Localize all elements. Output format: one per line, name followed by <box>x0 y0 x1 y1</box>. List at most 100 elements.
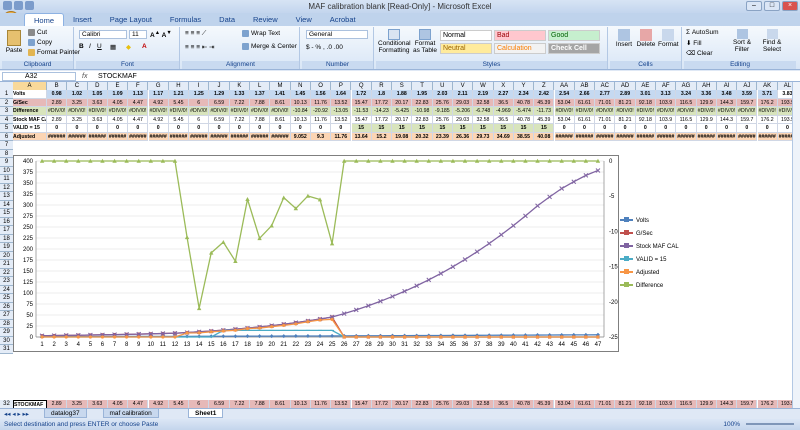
cell-C2[interactable]: 3.25 <box>67 98 88 107</box>
cell-Z5[interactable]: 15 <box>534 124 555 133</box>
cell-AF3[interactable]: #DIV/0! <box>656 107 677 116</box>
cell-B5[interactable]: 0 <box>47 124 68 133</box>
cell-AC5[interactable]: 0 <box>595 124 616 133</box>
row-header-8[interactable]: 8 <box>0 149 13 158</box>
column-header-B[interactable]: B <box>47 82 68 90</box>
row-header-20[interactable]: 20 <box>0 251 13 260</box>
cell-E1[interactable]: 1.09 <box>107 90 129 99</box>
cell-Y3[interactable]: -5.474 <box>513 107 535 116</box>
minimize-button[interactable]: – <box>746 1 762 11</box>
cell-AB32[interactable]: 61.61 <box>574 400 596 408</box>
cell-P6[interactable]: 11.76 <box>331 132 352 141</box>
cell-H4[interactable]: 5.45 <box>168 115 190 124</box>
cell-D4[interactable]: 3.63 <box>87 115 108 124</box>
font-color-icon[interactable]: A <box>142 43 147 50</box>
cell-F32[interactable]: 4.47 <box>128 400 149 408</box>
cell-M6[interactable]: ###### <box>270 132 291 141</box>
cell-S4[interactable]: 20.17 <box>392 115 413 124</box>
cell-AJ32[interactable]: 159.7 <box>737 400 758 408</box>
cell-M2[interactable]: 8.61 <box>270 98 291 107</box>
cell-AA2[interactable]: 53.04 <box>554 98 575 107</box>
cell-R3[interactable]: -14.23 <box>371 107 393 116</box>
cell-H32[interactable]: 5.45 <box>168 400 190 408</box>
cell-X32[interactable]: 36.5 <box>493 400 514 408</box>
cell-S6[interactable]: 19.08 <box>392 132 413 141</box>
row-header-10[interactable]: 10 <box>0 166 13 175</box>
cell-AA4[interactable]: 53.04 <box>554 115 575 124</box>
cell-Q6[interactable]: 13.64 <box>351 132 372 141</box>
format-painter-button[interactable]: Format Painter <box>28 49 80 56</box>
column-header-AD[interactable]: AD <box>615 82 636 90</box>
cell-AE1[interactable]: 3.01 <box>635 90 656 99</box>
cell-AF6[interactable]: ###### <box>656 132 677 141</box>
cell-AB3[interactable]: #DIV/0! <box>574 107 596 116</box>
cell-AC6[interactable]: ###### <box>595 132 616 141</box>
cell-AK3[interactable]: #DIV/0! <box>757 107 778 116</box>
cell-AA6[interactable]: ###### <box>554 132 575 141</box>
font-size-dropdown[interactable]: 11 <box>129 30 147 39</box>
cell-AI3[interactable]: #DIV/0! <box>716 107 738 116</box>
cell-AL4[interactable]: 193.9 <box>777 115 792 124</box>
cell-P5[interactable]: 0 <box>331 124 352 133</box>
format-button[interactable]: Format <box>658 29 679 48</box>
cell-V3[interactable]: -5.206 <box>453 107 474 116</box>
cell-G6[interactable]: ###### <box>148 132 169 141</box>
cell-AK5[interactable]: 0 <box>757 124 778 133</box>
column-header-E[interactable]: E <box>108 82 129 90</box>
cell-X5[interactable]: 15 <box>493 124 514 133</box>
row-header-21[interactable]: 21 <box>0 260 13 269</box>
zoom-level[interactable]: 100% <box>723 419 740 430</box>
cell-P32[interactable]: 13.52 <box>331 400 352 408</box>
cell-Y32[interactable]: 40.78 <box>513 400 535 408</box>
cell-Y6[interactable]: 38.55 <box>513 132 535 141</box>
cell-Z32[interactable]: 45.39 <box>534 400 555 408</box>
cell-W5[interactable]: 15 <box>473 124 494 133</box>
cell-Y5[interactable]: 15 <box>513 124 535 133</box>
column-header-X[interactable]: X <box>494 82 514 90</box>
cell-N4[interactable]: 10.13 <box>290 115 311 124</box>
cell-G3[interactable]: #DIV/0! <box>148 107 169 116</box>
cell-AE32[interactable]: 92.18 <box>635 400 656 408</box>
cell-U2[interactable]: 25.76 <box>432 98 453 107</box>
style-calculation[interactable]: Calculation <box>494 43 546 54</box>
column-header-F[interactable]: F <box>128 82 149 90</box>
cell-L6[interactable]: ###### <box>250 132 271 141</box>
cell-J32[interactable]: 6.59 <box>209 400 230 408</box>
cell-AG32[interactable]: 116.5 <box>676 400 697 408</box>
cell-AJ3[interactable]: #DIV/0! <box>737 107 758 116</box>
row-header-5[interactable]: 5 <box>0 124 13 133</box>
cell-C5[interactable]: 0 <box>67 124 88 133</box>
cell-AF32[interactable]: 103.9 <box>656 400 677 408</box>
cell-C6[interactable]: ###### <box>67 132 88 141</box>
cell-Q32[interactable]: 15.47 <box>351 400 372 408</box>
name-box[interactable]: A32 <box>2 72 76 81</box>
cell-AD32[interactable]: 81.21 <box>615 400 636 408</box>
cell-AD5[interactable]: 0 <box>615 124 636 133</box>
row-label-r5[interactable]: VALID = 15 <box>13 124 47 133</box>
tab-formulas[interactable]: Formulas <box>161 13 210 26</box>
cell-AB1[interactable]: 2.66 <box>574 90 596 99</box>
zoom-slider[interactable] <box>746 423 794 425</box>
column-header-Z[interactable]: Z <box>534 82 555 90</box>
tab-data[interactable]: Data <box>210 13 244 26</box>
cell-E32[interactable]: 4.05 <box>107 400 129 408</box>
cell-N3[interactable]: -10.84 <box>290 107 311 116</box>
underline-button[interactable]: U <box>97 43 102 50</box>
tab-acrobat[interactable]: Acrobat <box>321 13 365 26</box>
cell-AG5[interactable]: 0 <box>676 124 697 133</box>
cell-N1[interactable]: 1.45 <box>290 90 311 99</box>
cell-B32[interactable]: 2.89 <box>47 400 68 408</box>
cell-E6[interactable]: ###### <box>107 132 129 141</box>
column-header-AH[interactable]: AH <box>697 82 717 90</box>
cell-Z3[interactable]: -11.73 <box>534 107 555 116</box>
cell-P3[interactable]: -13.05 <box>331 107 352 116</box>
cell-S5[interactable]: 15 <box>392 124 413 133</box>
cell-X3[interactable]: -4.969 <box>493 107 514 116</box>
cell-O2[interactable]: 11.76 <box>310 98 332 107</box>
cell-J2[interactable]: 6.59 <box>209 98 230 107</box>
format-as-table-button[interactable]: Format as Table <box>412 29 438 54</box>
cell-AD3[interactable]: #DIV/0! <box>615 107 636 116</box>
cell-U32[interactable]: 25.76 <box>432 400 453 408</box>
column-header-U[interactable]: U <box>433 82 453 90</box>
formula-input[interactable]: STOCKMAF <box>98 71 137 82</box>
